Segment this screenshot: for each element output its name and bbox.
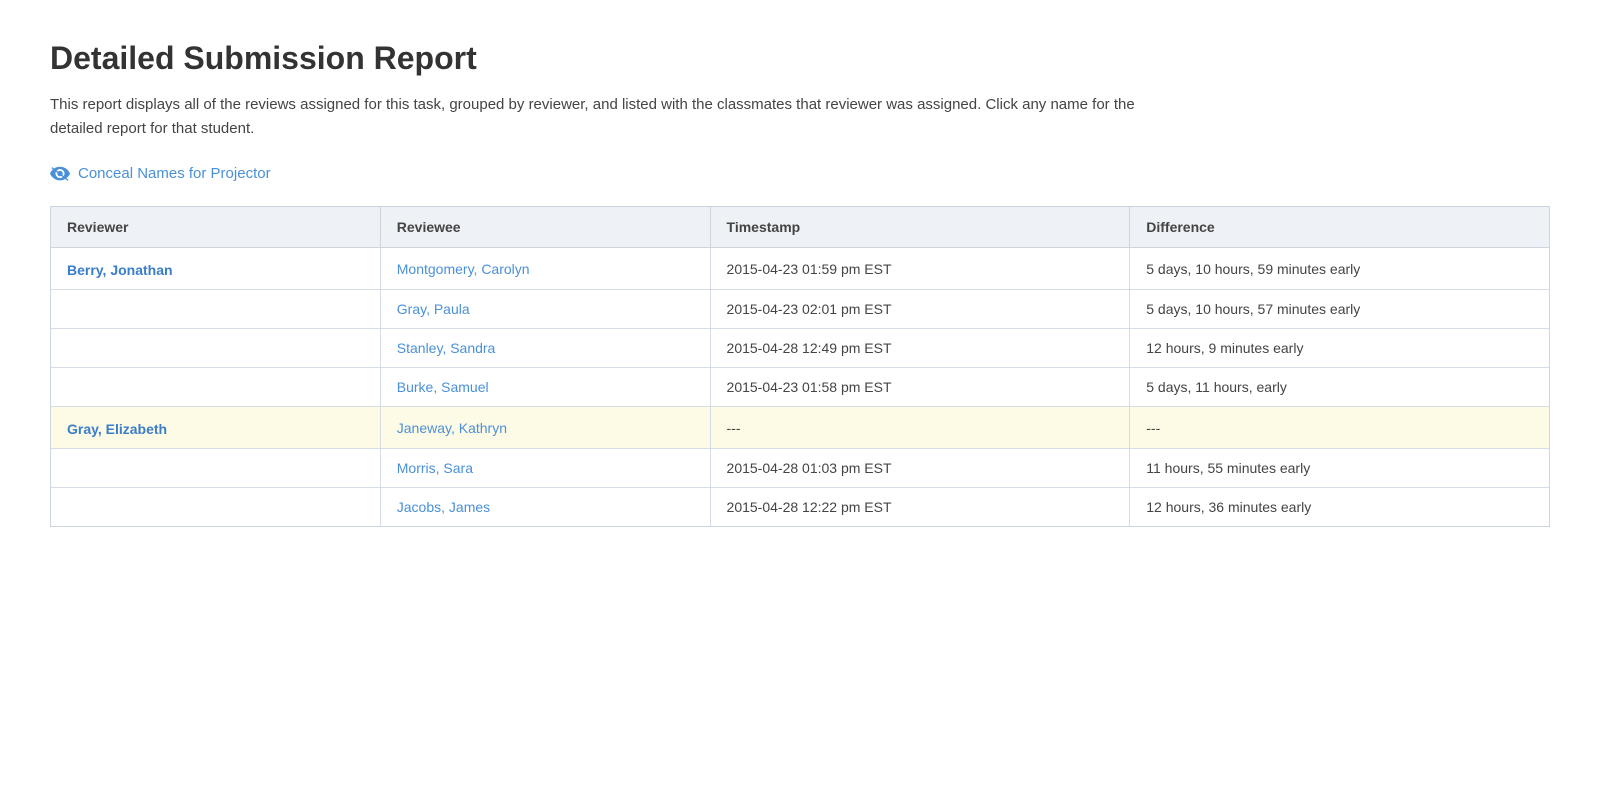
reviewer-cell[interactable]: Gray, Elizabeth (51, 407, 381, 449)
reviewee-cell[interactable]: Janeway, Kathryn (380, 407, 710, 449)
reviewee-link[interactable]: Burke, Samuel (397, 379, 489, 395)
timestamp-cell: 2015-04-23 01:58 pm EST (710, 368, 1130, 407)
reviewer-cell (51, 449, 381, 488)
timestamp-cell: 2015-04-28 01:03 pm EST (710, 449, 1130, 488)
reviewee-cell[interactable]: Jacobs, James (380, 488, 710, 527)
table-row: Jacobs, James 2015-04-28 12:22 pm EST12 h… (51, 488, 1550, 527)
difference-cell: --- (1130, 407, 1550, 449)
reviewee-link[interactable]: Montgomery, Carolyn (397, 261, 530, 277)
reviewee-link[interactable]: Stanley, Sandra (397, 340, 496, 356)
submission-table: Reviewer Reviewee Timestamp Difference B… (50, 206, 1550, 527)
header-timestamp: Timestamp (710, 207, 1130, 248)
conceal-names-link[interactable]: Conceal Names for Projector (78, 165, 271, 182)
difference-cell: 5 days, 11 hours, early (1130, 368, 1550, 407)
timestamp-cell: 2015-04-23 02:01 pm EST (710, 290, 1130, 329)
page-description: This report displays all of the reviews … (50, 93, 1150, 141)
reviewee-link[interactable]: Janeway, Kathryn (397, 420, 507, 436)
table-row: Berry, Jonathan Montgomery, Carolyn 2015-0… (51, 248, 1550, 290)
reviewer-cell (51, 488, 381, 527)
reviewer-cell[interactable]: Berry, Jonathan (51, 248, 381, 290)
reviewee-link[interactable]: Jacobs, James (397, 499, 490, 515)
difference-cell: 11 hours, 55 minutes early (1130, 449, 1550, 488)
table-row: Gray, Elizabeth Janeway, Kathryn ------ (51, 407, 1550, 449)
timestamp-cell: 2015-04-23 01:59 pm EST (710, 248, 1130, 290)
header-reviewee: Reviewee (380, 207, 710, 248)
difference-cell: 5 days, 10 hours, 57 minutes early (1130, 290, 1550, 329)
reviewer-cell (51, 290, 381, 329)
reviewee-cell[interactable]: Stanley, Sandra (380, 329, 710, 368)
table-row: Stanley, Sandra 2015-04-28 12:49 pm EST12… (51, 329, 1550, 368)
eye-icon (50, 166, 70, 182)
difference-cell: 12 hours, 9 minutes early (1130, 329, 1550, 368)
reviewee-link[interactable]: Morris, Sara (397, 460, 473, 476)
timestamp-cell: --- (710, 407, 1130, 449)
table-row: Morris, Sara 2015-04-28 01:03 pm EST11 ho… (51, 449, 1550, 488)
reviewee-link[interactable]: Gray, Paula (397, 301, 470, 317)
page-title: Detailed Submission Report (50, 40, 1550, 77)
reviewer-link[interactable]: Gray, Elizabeth (67, 421, 167, 437)
header-reviewer: Reviewer (51, 207, 381, 248)
difference-cell: 12 hours, 36 minutes early (1130, 488, 1550, 527)
table-row: Burke, Samuel 2015-04-23 01:58 pm EST5 da… (51, 368, 1550, 407)
header-difference: Difference (1130, 207, 1550, 248)
difference-cell: 5 days, 10 hours, 59 minutes early (1130, 248, 1550, 290)
reviewee-cell[interactable]: Burke, Samuel (380, 368, 710, 407)
reviewer-cell (51, 368, 381, 407)
table-row: Gray, Paula 2015-04-23 02:01 pm EST5 days… (51, 290, 1550, 329)
table-header-row: Reviewer Reviewee Timestamp Difference (51, 207, 1550, 248)
reviewee-cell[interactable]: Gray, Paula (380, 290, 710, 329)
reviewee-cell[interactable]: Montgomery, Carolyn (380, 248, 710, 290)
reviewee-cell[interactable]: Morris, Sara (380, 449, 710, 488)
reviewer-link[interactable]: Berry, Jonathan (67, 262, 173, 278)
conceal-names-row[interactable]: Conceal Names for Projector (50, 165, 1550, 182)
timestamp-cell: 2015-04-28 12:49 pm EST (710, 329, 1130, 368)
reviewer-cell (51, 329, 381, 368)
timestamp-cell: 2015-04-28 12:22 pm EST (710, 488, 1130, 527)
